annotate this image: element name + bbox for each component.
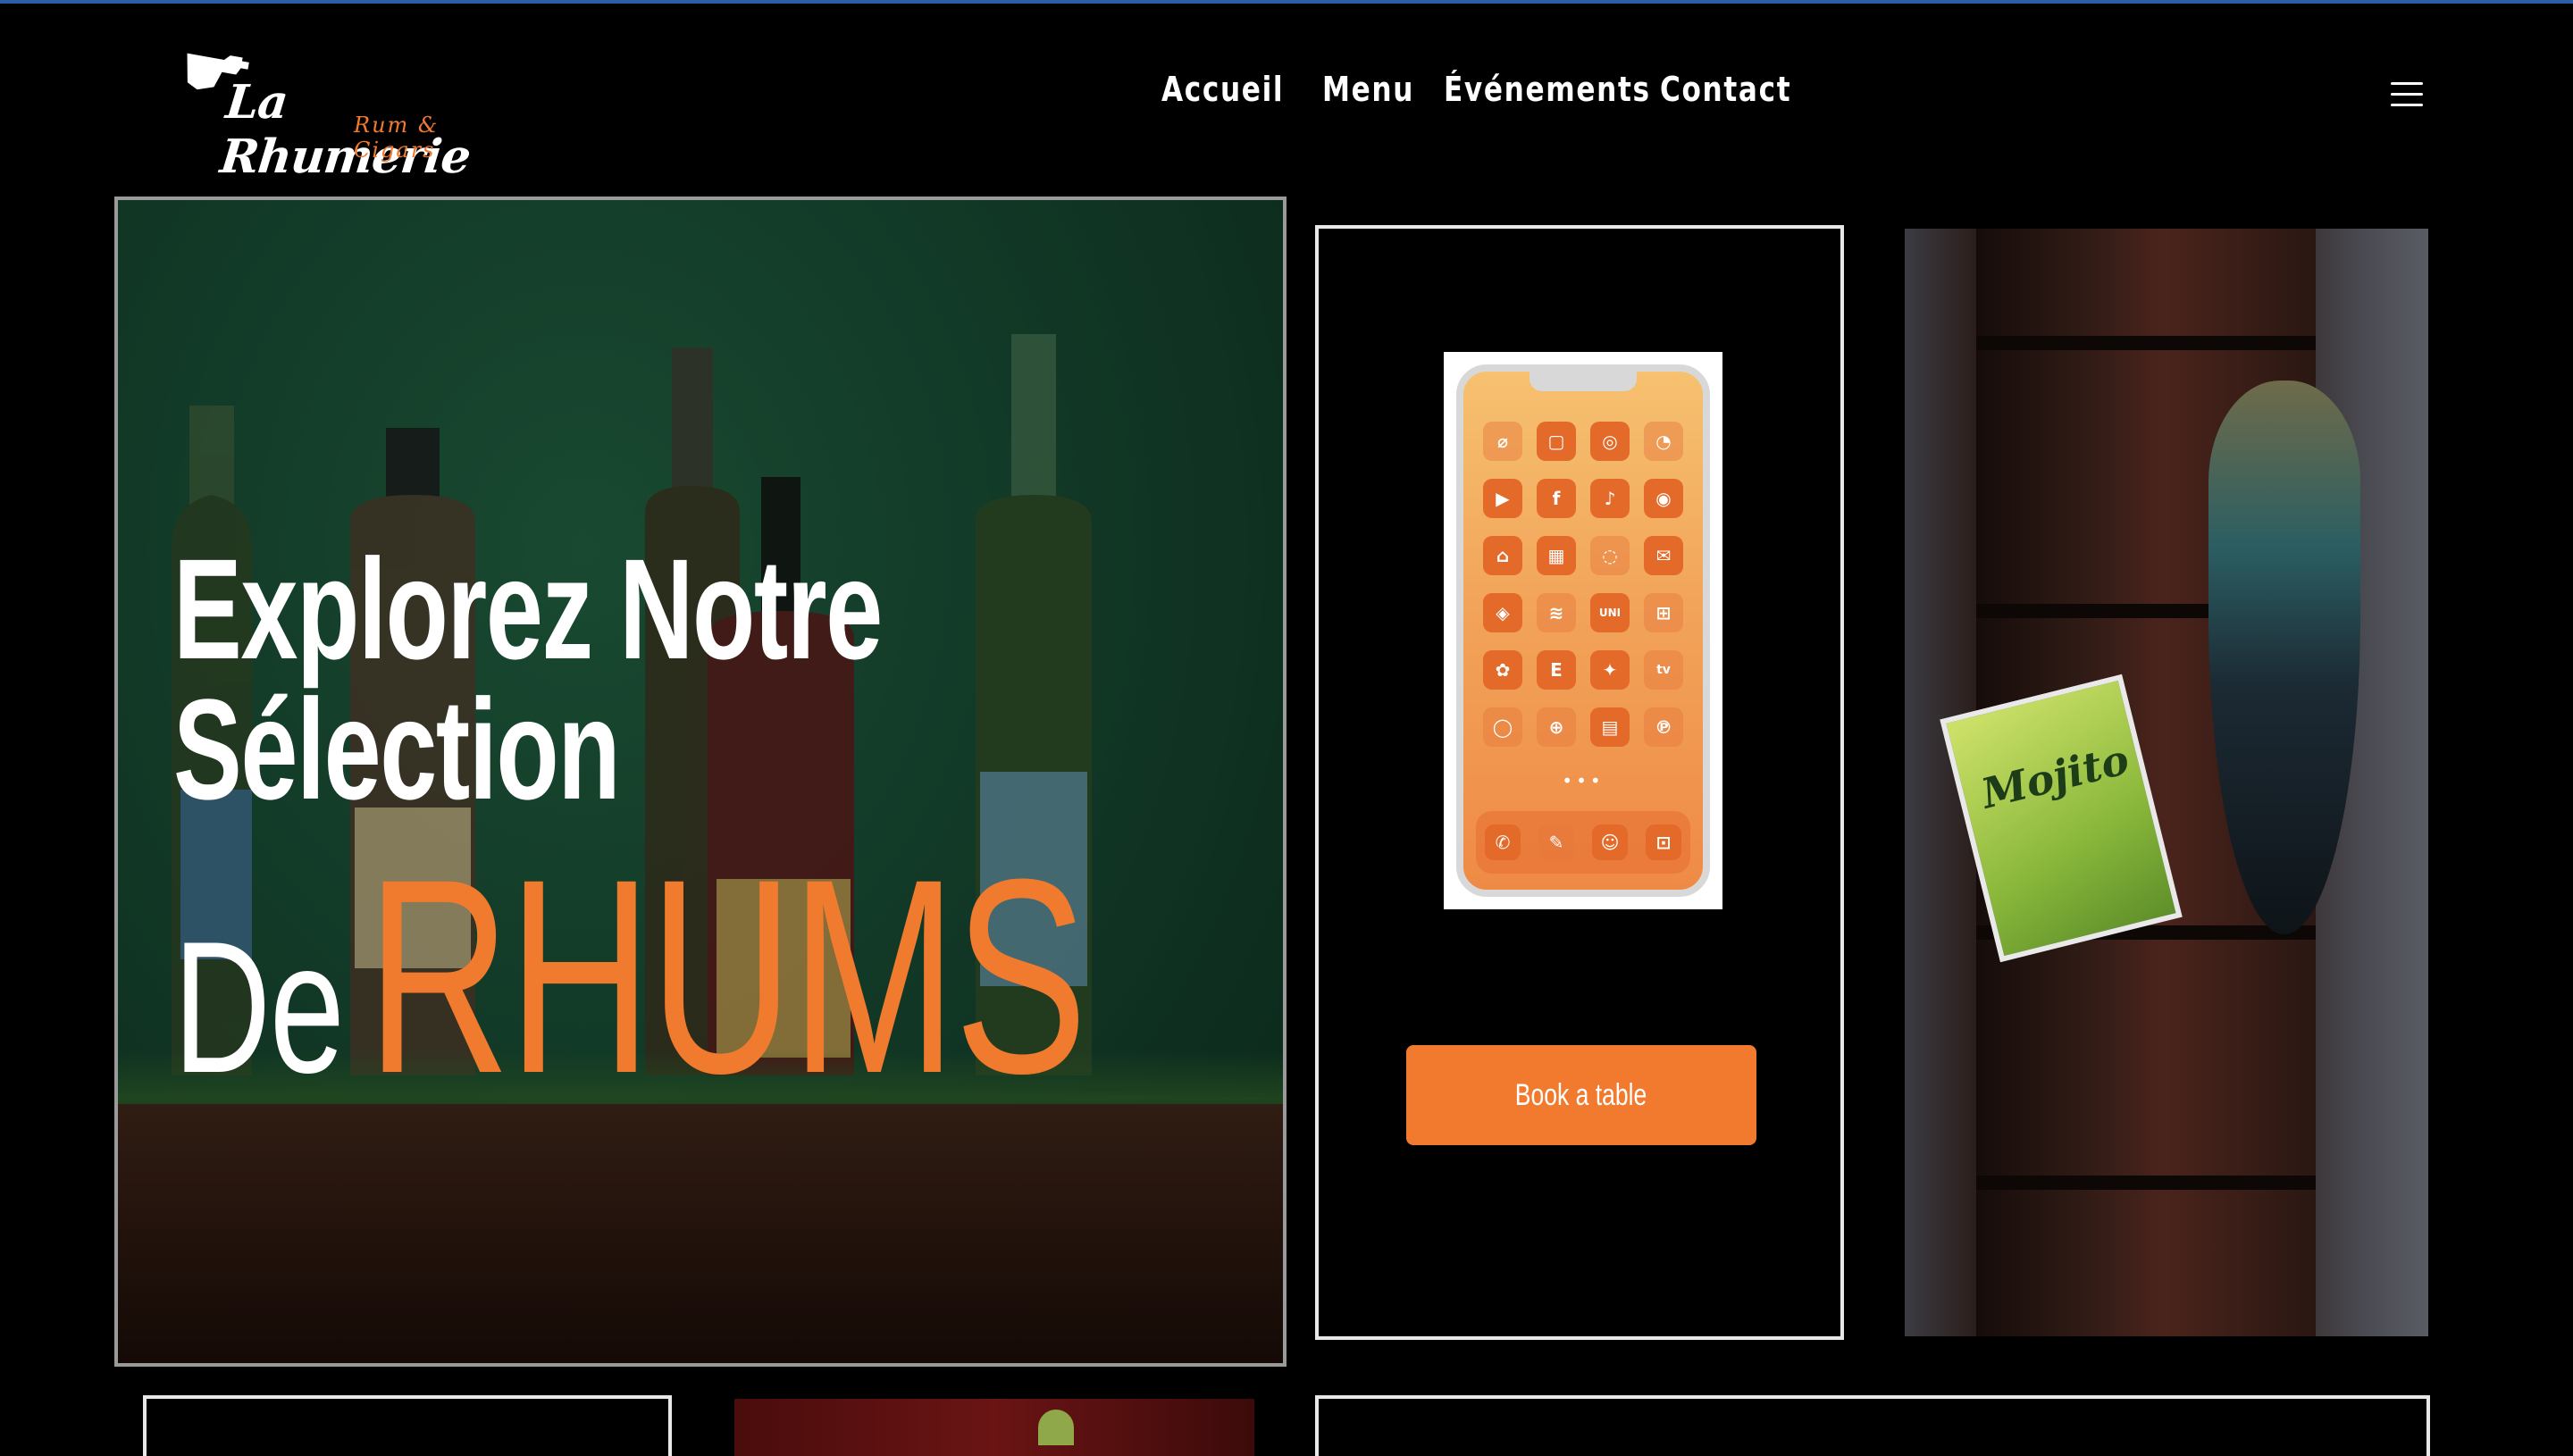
app-icon: ✉: [1644, 536, 1683, 575]
app-icon: tv: [1644, 650, 1683, 690]
phone-dock: ✆ ✎ ☺ ⊡: [1476, 811, 1690, 874]
hero-prefix: De: [173, 902, 345, 1112]
top-accent-line: [0, 0, 2573, 4]
nav-menu[interactable]: Menu: [1322, 70, 1412, 109]
phone-screen: ⌀ ▢ ◎ ◔ ▶ f ♪ ◉ ⌂ ▦ ◌ ✉ ◈ ≋ UNI ⊞ ✿ E ✦ …: [1456, 364, 1710, 897]
logo-subtitle: Rum & Cigars: [354, 113, 440, 163]
app-icon: ⌀: [1483, 422, 1522, 461]
app-icon: E: [1537, 650, 1576, 690]
app-icon: ⊕: [1537, 707, 1576, 747]
app-icon: ⊡: [1646, 824, 1681, 860]
bar-decor-image: Mojito: [1905, 229, 2428, 1336]
app-icon: ◌: [1590, 536, 1630, 575]
nav-accueil[interactable]: Accueil: [1161, 70, 1283, 109]
app-icon: ℗: [1644, 707, 1683, 747]
hero-heading: Explorez Notre Sélection: [173, 529, 1157, 829]
book-table-label: Book a table: [1515, 1077, 1647, 1112]
app-icon: ⊞: [1644, 593, 1683, 632]
bottom-card-right: [1315, 1395, 2430, 1456]
booking-card: ⌀ ▢ ◎ ◔ ▶ f ♪ ◉ ⌂ ▦ ◌ ✉ ◈ ≋ UNI ⊞ ✿ E ✦ …: [1315, 225, 1844, 1340]
app-icon: ◔: [1644, 422, 1683, 461]
app-icon: ▦: [1537, 536, 1576, 575]
app-icon: ▢: [1537, 422, 1576, 461]
hero-line-2: Sélection: [173, 668, 621, 829]
book-table-button[interactable]: Book a table: [1406, 1045, 1756, 1145]
phone-image: ⌀ ▢ ◎ ◔ ▶ f ♪ ◉ ⌂ ▦ ◌ ✉ ◈ ≋ UNI ⊞ ✿ E ✦ …: [1444, 352, 1722, 909]
app-icon: UNI: [1590, 593, 1630, 632]
app-icon: f: [1537, 479, 1576, 518]
phone-icon: ✆: [1485, 824, 1521, 860]
bottom-image: [734, 1399, 1254, 1456]
hero-panel: Explorez Notre Sélection DeRHUMS: [114, 197, 1286, 1367]
hero-highlight: RHUMS: [366, 821, 1087, 1131]
hero-line-1: Explorez Notre: [173, 529, 883, 689]
nav-contact[interactable]: Contact: [1660, 70, 1790, 109]
app-icon: ▶: [1483, 479, 1522, 518]
app-grid: ⌀ ▢ ◎ ◔ ▶ f ♪ ◉ ⌂ ▦ ◌ ✉ ◈ ≋ UNI ⊞ ✿ E ✦ …: [1483, 422, 1683, 747]
logo[interactable]: La Rhumerie Rum & Cigars: [179, 52, 527, 184]
app-icon: ⌂: [1483, 536, 1522, 575]
app-icon: ◯: [1483, 707, 1522, 747]
main-nav: Accueil Menu Événements Contact: [1161, 70, 1790, 109]
mojito-sign-text: Mojito: [1976, 734, 2134, 818]
bottom-card-left: [143, 1395, 672, 1456]
app-icon: ◎: [1590, 422, 1630, 461]
app-icon: ◈: [1483, 593, 1522, 632]
app-icon: ▤: [1590, 707, 1630, 747]
nav-evenements[interactable]: Événements: [1444, 70, 1649, 109]
app-icon: ≋: [1537, 593, 1576, 632]
hero-line-3: DeRHUMS: [173, 816, 1087, 1135]
app-icon: ✎: [1538, 824, 1574, 860]
app-icon: ✿: [1483, 650, 1522, 690]
page-dots: •••: [1562, 770, 1605, 791]
app-icon: ♪: [1590, 479, 1630, 518]
hamburger-menu-icon[interactable]: [2391, 82, 2423, 111]
app-icon: ✦: [1590, 650, 1630, 690]
message-icon: ☺: [1592, 824, 1628, 860]
app-icon: ◉: [1644, 479, 1683, 518]
